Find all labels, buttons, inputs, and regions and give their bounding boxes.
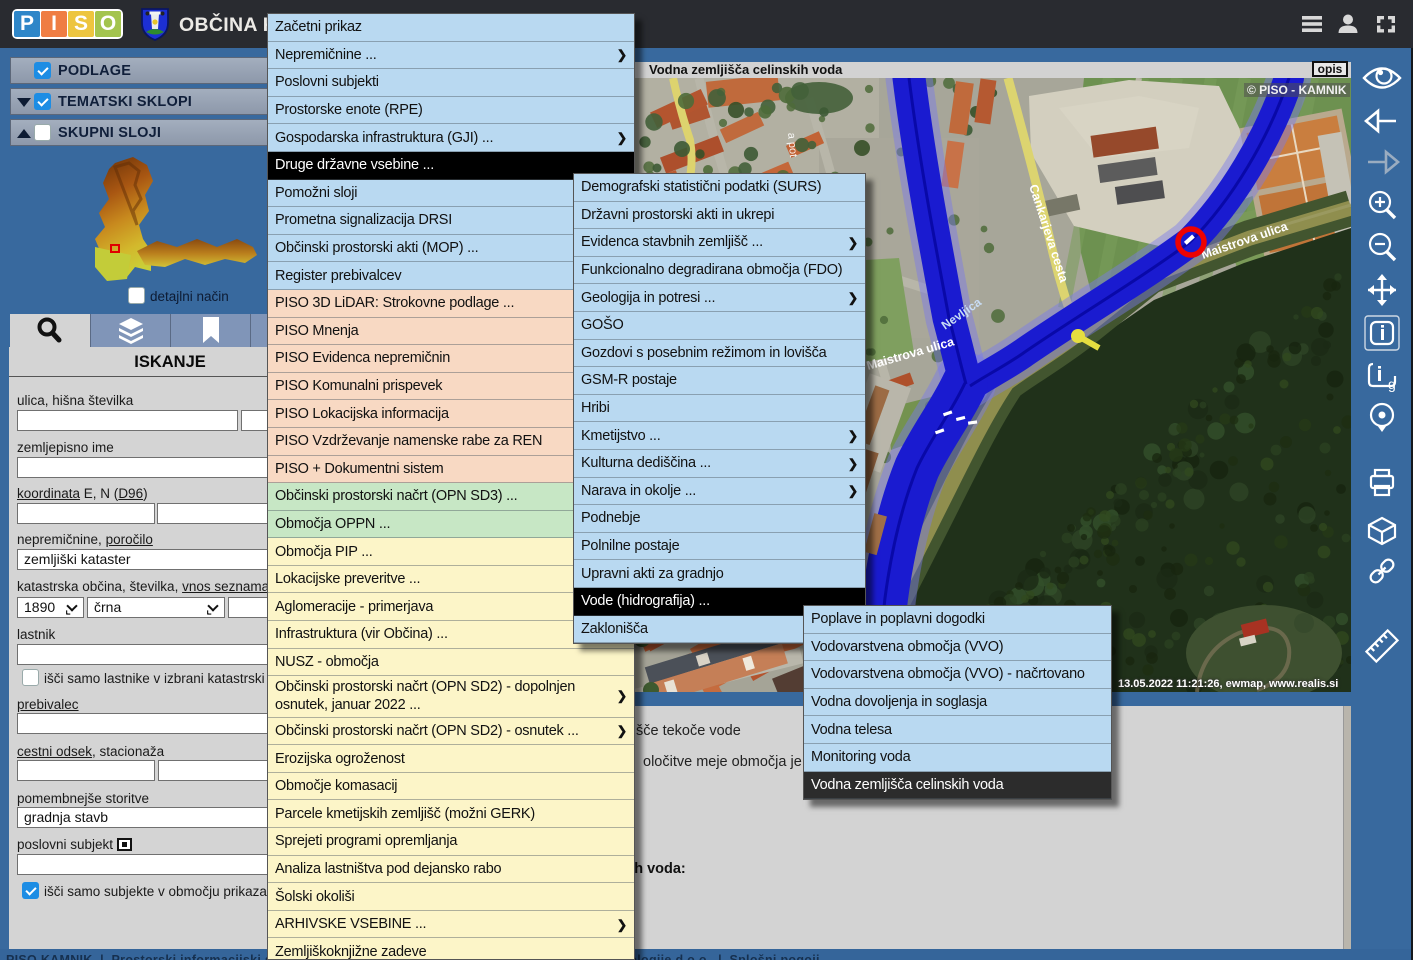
svg-text:a pot: a pot: [785, 132, 799, 157]
svg-text:g: g: [1388, 376, 1396, 392]
